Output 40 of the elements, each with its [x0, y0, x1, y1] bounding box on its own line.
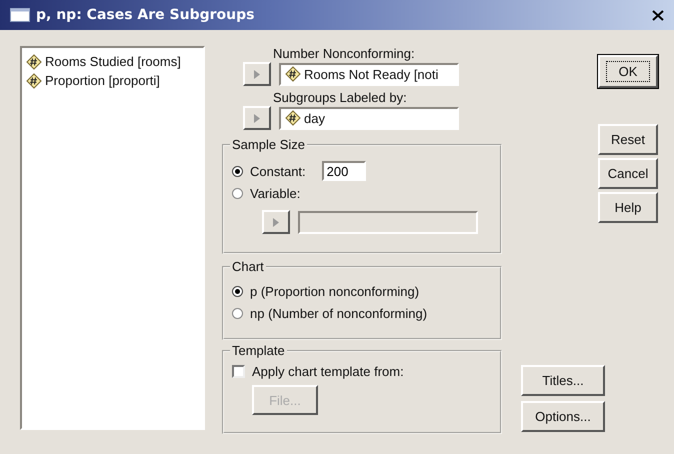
radio-button[interactable] [232, 188, 243, 198]
right-arrow-icon [254, 70, 260, 78]
dialog-button[interactable]: Help [598, 192, 658, 223]
variable-field[interactable]: Rooms Not Ready [noti [279, 62, 459, 86]
radio-option[interactable]: Variable: [232, 186, 300, 200]
close-icon[interactable] [652, 10, 664, 20]
group-title: Template [230, 343, 287, 358]
window-title: p, np: Cases Are Subgroups [36, 7, 254, 23]
radio-option[interactable]: p (Proportion nonconforming) [232, 284, 420, 298]
dialog-button[interactable]: Cancel [598, 158, 658, 189]
constant-input[interactable]: 200 [322, 161, 366, 181]
variable-list[interactable]: Rooms Studied [rooms] Proportion [proporti] [20, 46, 205, 430]
scale-variable-icon [26, 54, 42, 70]
variable-field[interactable] [298, 210, 478, 234]
variable-item[interactable]: Rooms Studied [rooms] [24, 52, 201, 71]
window-icon [10, 8, 30, 22]
scale-variable-icon [26, 72, 42, 88]
variable-item[interactable]: Proportion [proporti] [24, 71, 201, 90]
field-label: Number Nonconforming: [273, 46, 416, 62]
radio-button[interactable] [232, 166, 243, 176]
group-title: Sample Size [230, 137, 307, 152]
scale-variable-icon [285, 110, 301, 126]
dialog-button[interactable]: Titles... [521, 365, 605, 396]
radio-option[interactable]: np (Number of nonconforming) [232, 306, 428, 320]
template-checkbox[interactable]: Apply chart template from: [232, 364, 492, 379]
move-button[interactable] [243, 106, 271, 130]
ok-button[interactable]: OK [598, 55, 658, 88]
variable-field[interactable]: day [279, 106, 459, 130]
group-title: Chart [230, 259, 266, 274]
right-arrow-icon [273, 218, 279, 226]
scale-variable-icon [285, 66, 301, 82]
dialog-button[interactable]: Reset [598, 124, 658, 155]
radio-button[interactable] [232, 286, 243, 296]
field-label: Subgroups Labeled by: [273, 90, 408, 106]
radio-option[interactable]: Constant: [232, 164, 306, 178]
move-button[interactable] [243, 62, 271, 86]
move-button[interactable] [262, 210, 290, 234]
radio-button[interactable] [232, 308, 243, 318]
right-arrow-icon [254, 114, 260, 122]
dialog-button[interactable]: Options... [521, 401, 605, 432]
